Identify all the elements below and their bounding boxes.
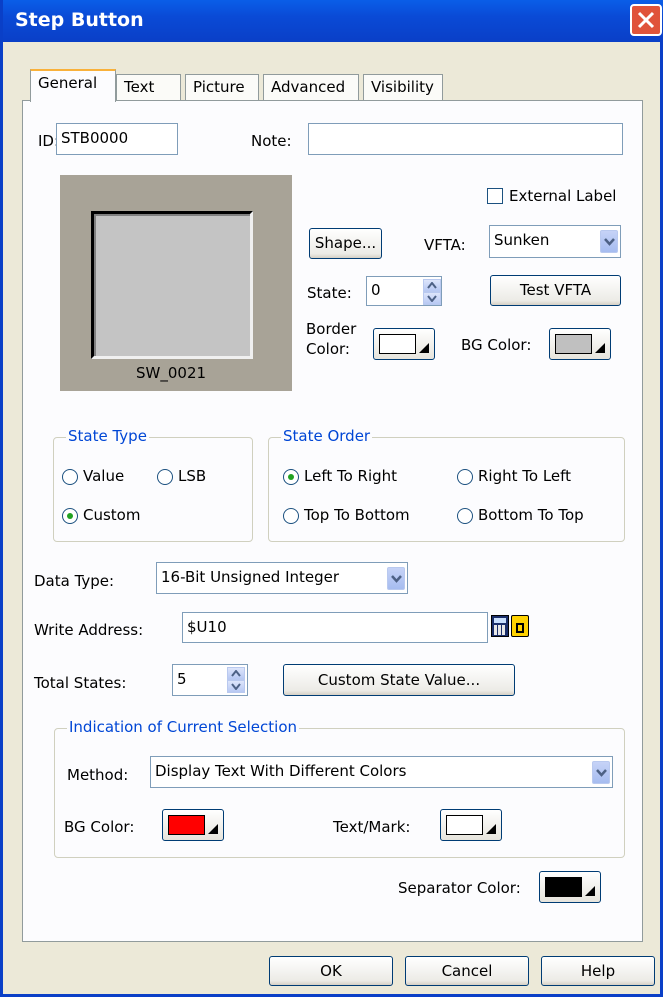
preview-button-shape <box>91 211 253 359</box>
chevron-down-icon[interactable] <box>600 230 618 253</box>
test-vfta-button[interactable]: Test VFTA <box>490 275 621 306</box>
vfta-label: VFTA: <box>424 236 466 254</box>
indication-bg-color-button[interactable] <box>162 809 224 841</box>
radio-top-to-bottom[interactable] <box>283 508 299 524</box>
state-label: State: <box>307 284 352 302</box>
external-label-checkbox[interactable] <box>487 188 503 204</box>
close-icon <box>637 11 655 29</box>
help-button[interactable]: Help <box>541 956 655 986</box>
bg-color-button[interactable] <box>549 328 611 360</box>
write-address-field[interactable]: $U10 <box>182 612 488 643</box>
chevron-down-icon[interactable] <box>592 761 610 784</box>
indication-bg-color-swatch <box>168 815 205 835</box>
tab-general[interactable]: General <box>30 69 116 102</box>
separator-color-swatch <box>545 877 582 897</box>
button-preview: SW_0021 <box>60 175 292 391</box>
data-type-select[interactable]: 16-Bit Unsigned Integer <box>156 562 408 594</box>
spin-up-icon[interactable] <box>227 667 245 680</box>
separator-color-button[interactable] <box>539 871 601 903</box>
general-panel: ID: STB0000 Note: SW_0021 External Label… <box>22 100 643 942</box>
dropdown-triangle-icon <box>208 824 218 834</box>
radio-right-to-left[interactable] <box>457 469 473 485</box>
radio-value-label: Value <box>83 467 125 485</box>
radio-left-to-right[interactable] <box>283 469 299 485</box>
spin-down-icon[interactable] <box>227 680 245 693</box>
preview-caption: SW_0021 <box>136 364 207 382</box>
border-color-button[interactable] <box>373 328 435 360</box>
chevron-down-icon[interactable] <box>387 567 405 590</box>
method-value: Display Text With Different Colors <box>155 762 407 780</box>
state-value: 0 <box>371 281 381 299</box>
radio-top-to-bottom-label: Top To Bottom <box>304 506 410 524</box>
tab-label: Text <box>124 78 155 96</box>
state-type-title: State Type <box>66 427 149 445</box>
total-states-spin-buttons[interactable] <box>227 667 245 693</box>
text-mark-color-swatch <box>446 815 483 835</box>
state-spin-buttons[interactable] <box>423 279 441 305</box>
indication-bg-color-label: BG Color: <box>64 818 135 836</box>
border-color-label-1: Border <box>306 320 357 338</box>
radio-lsb-label: LSB <box>178 467 207 485</box>
bg-color-swatch <box>555 334 592 354</box>
text-mark-label: Text/Mark: <box>333 818 411 836</box>
dropdown-triangle-icon <box>486 824 496 834</box>
vfta-value: Sunken <box>494 231 550 249</box>
method-label: Method: <box>67 766 129 784</box>
cancel-button[interactable]: Cancel <box>405 956 529 986</box>
total-states-label: Total States: <box>34 674 127 692</box>
ok-button[interactable]: OK <box>269 956 393 986</box>
note-label: Note: <box>251 132 292 150</box>
tab-picture[interactable]: Picture <box>185 74 259 100</box>
tab-advanced[interactable]: Advanced <box>263 74 359 100</box>
radio-custom[interactable] <box>62 508 78 524</box>
id-field[interactable]: STB0000 <box>56 123 178 155</box>
state-order-title: State Order <box>281 427 373 445</box>
external-label-label: External Label <box>509 187 617 205</box>
data-type-label: Data Type: <box>34 572 115 590</box>
radio-value[interactable] <box>62 469 78 485</box>
tab-label: General <box>38 74 98 92</box>
state-order-group: State Order Left To Right Right To Left … <box>268 427 625 542</box>
window-title: Step Button <box>15 9 144 31</box>
state-type-group: State Type Value LSB Custom <box>53 427 253 542</box>
dropdown-triangle-icon <box>419 343 429 353</box>
note-field[interactable] <box>308 123 623 155</box>
tab-label: Picture <box>193 78 245 96</box>
radio-lsb[interactable] <box>157 469 173 485</box>
spin-up-icon[interactable] <box>423 279 441 292</box>
calculator-icon[interactable] <box>491 615 509 637</box>
vfta-select[interactable]: Sunken <box>489 225 621 258</box>
radio-bottom-to-top-label: Bottom To Top <box>478 506 584 524</box>
tag-lookup-icon[interactable] <box>511 615 529 637</box>
radio-left-to-right-label: Left To Right <box>304 467 398 485</box>
radio-bottom-to-top[interactable] <box>457 508 473 524</box>
tab-text[interactable]: Text <box>116 74 181 100</box>
bg-color-label: BG Color: <box>461 336 532 354</box>
dropdown-triangle-icon <box>595 343 605 353</box>
write-address-label: Write Address: <box>34 621 144 639</box>
radio-right-to-left-label: Right To Left <box>478 467 572 485</box>
spin-down-icon[interactable] <box>423 292 441 305</box>
tab-label: Visibility <box>371 78 434 96</box>
data-type-value: 16-Bit Unsigned Integer <box>161 568 340 586</box>
indication-title: Indication of Current Selection <box>67 718 300 736</box>
method-select[interactable]: Display Text With Different Colors <box>150 756 613 788</box>
tab-label: Advanced <box>271 78 346 96</box>
text-mark-color-button[interactable] <box>440 809 502 841</box>
custom-state-value-button[interactable]: Custom State Value... <box>283 664 515 696</box>
separator-color-label: Separator Color: <box>398 879 521 897</box>
radio-custom-label: Custom <box>83 506 141 524</box>
total-states-value: 5 <box>177 670 187 688</box>
title-bar[interactable]: Step Button <box>3 0 663 42</box>
shape-button[interactable]: Shape... <box>309 228 382 259</box>
tab-visibility[interactable]: Visibility <box>363 74 443 100</box>
dropdown-triangle-icon <box>585 886 595 896</box>
close-button[interactable] <box>630 4 662 36</box>
border-color-label-2: Color: <box>306 340 350 358</box>
step-button-dialog: Step Button General Text Picture Advance… <box>0 0 663 997</box>
indication-group: Indication of Current Selection Method: … <box>54 718 625 858</box>
border-color-swatch <box>379 334 416 354</box>
